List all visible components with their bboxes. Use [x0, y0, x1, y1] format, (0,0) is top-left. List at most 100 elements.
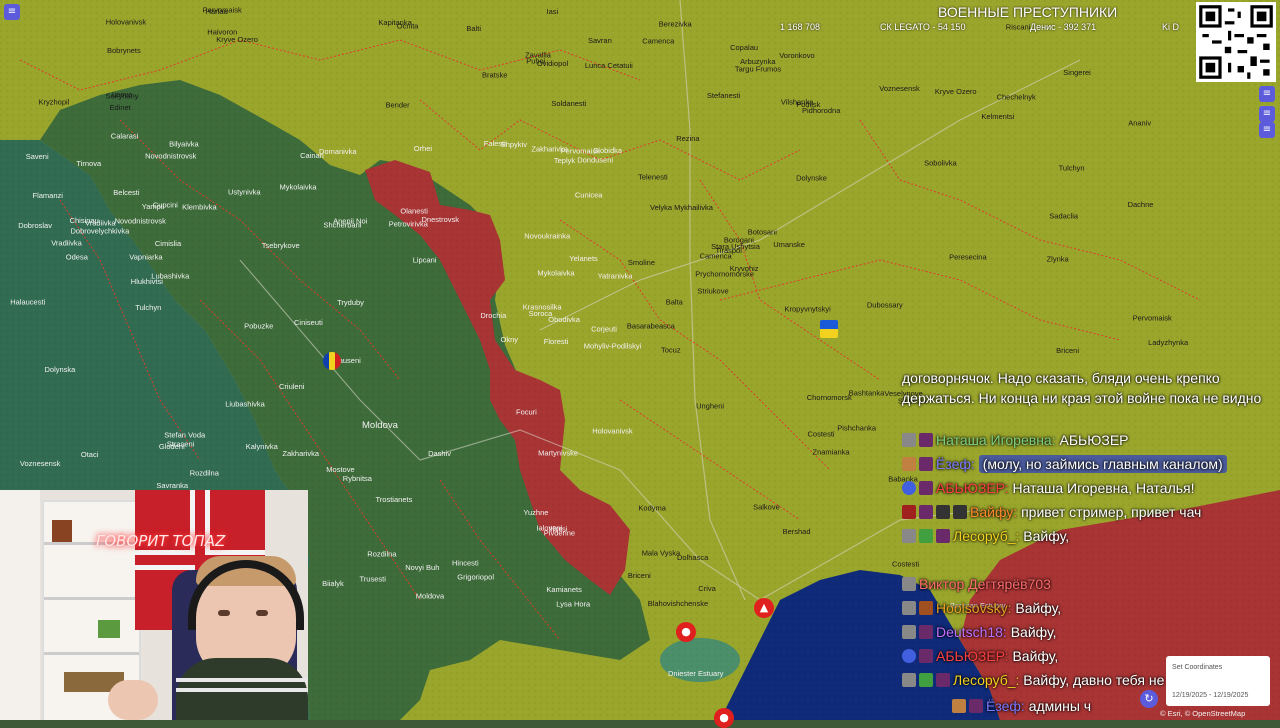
- city-label: Saveni: [26, 152, 49, 161]
- city-label: Cuniceа: [575, 190, 603, 199]
- city-label: Pishchanka: [837, 424, 877, 433]
- city-label: Lunca Cetatuii: [585, 61, 633, 70]
- city-label: Telenesti: [638, 172, 668, 181]
- chat-message-4: Вайфу: привет стример, привет чач: [902, 504, 1201, 520]
- alert-marker-icon[interactable]: ●: [714, 708, 734, 728]
- chat-nick[interactable]: АБЬЮЗЕР:: [936, 480, 1009, 496]
- user-badge-icon: [902, 577, 916, 591]
- chat-nick[interactable]: Наташа Игоревна:: [936, 432, 1056, 448]
- city-label: Floresti: [544, 337, 569, 346]
- ukraine-flag-marker[interactable]: [820, 320, 838, 338]
- user-badge-icon: [902, 505, 916, 519]
- fire-marker-icon[interactable]: ▲: [754, 598, 774, 618]
- city-label: Voronkovo: [779, 51, 814, 60]
- date-from[interactable]: 12/19/2025: [1172, 692, 1207, 699]
- city-label: Dachne: [1128, 200, 1154, 209]
- city-label: Klembivka: [182, 203, 217, 212]
- city-label: Riscani: [1006, 22, 1031, 31]
- city-label: Lysa Hora: [556, 599, 591, 608]
- city-label: Focuri: [516, 407, 537, 416]
- city-label: Tocuz: [661, 345, 681, 354]
- city-label: Kelmentsi: [981, 112, 1014, 121]
- date-to[interactable]: 12/19/2025: [1213, 692, 1248, 699]
- layers-button[interactable]: ≡: [1259, 86, 1275, 102]
- moldova-flag-marker[interactable]: [323, 352, 341, 370]
- city-label: Novoukrainka: [524, 231, 571, 240]
- refresh-icon[interactable]: ↻: [1140, 690, 1158, 708]
- city-label: Dobrovelychkivka: [71, 226, 131, 235]
- city-label: Ustynivka: [228, 187, 261, 196]
- city-label: Targu Frumos: [735, 65, 782, 74]
- city-label: Liubashivka: [225, 400, 265, 409]
- user-badge-icon: [919, 457, 933, 471]
- city-label: Novyi Buh: [405, 563, 439, 572]
- city-label: Dolynske: [796, 174, 827, 183]
- city-label: Striukove: [697, 286, 728, 295]
- city-label: Mohyliv-Podilskyi: [584, 342, 642, 351]
- user-badge-icon: [919, 529, 933, 543]
- city-label: Flamanzi: [33, 191, 64, 200]
- city-label: Petrovirivka: [389, 220, 429, 229]
- city-label: Krasnosilka: [523, 303, 563, 312]
- city-label: Anenii Noi: [333, 217, 368, 226]
- city-label: Zlynka: [1047, 254, 1070, 263]
- chat-nick[interactable]: АБЬЮЗЕР:: [936, 648, 1009, 664]
- city-label: Tulchyn: [1059, 164, 1085, 173]
- city-label: Umanske: [773, 240, 805, 249]
- webcam-feed: ГОВОРИТ ТОПАZ: [0, 490, 308, 720]
- city-label: Stefanesti: [707, 91, 741, 100]
- city-label: Stefan Voda: [164, 430, 206, 439]
- city-label: Bratske: [482, 70, 507, 79]
- city-label: Shpykiv: [501, 140, 528, 149]
- chat-nick[interactable]: Вайфу:: [970, 504, 1017, 520]
- city-label: Kodyma: [638, 503, 666, 512]
- user-badge-icon: [902, 625, 916, 639]
- chat-nick[interactable]: Ёзеф:: [986, 698, 1025, 714]
- city-label: Harlau: [206, 7, 228, 16]
- city-label: Sokyriany: [106, 91, 139, 100]
- city-label: Holovanivsk: [106, 18, 147, 27]
- qr-code: [1196, 2, 1276, 82]
- city-label: Vradiivka: [51, 238, 82, 247]
- city-label: Otaci: [81, 450, 99, 459]
- city-label: Martynivske: [538, 448, 578, 457]
- chat-nick[interactable]: Hoolsovsky:: [936, 600, 1011, 616]
- date-range[interactable]: 12/19/2025 - 12/19/2025: [1172, 692, 1248, 699]
- city-label: Obodivka: [548, 315, 581, 324]
- user-badge-icon: [902, 649, 916, 663]
- city-label: Bender: [386, 101, 411, 110]
- set-coordinates-label[interactable]: Set Coordinates: [1172, 664, 1222, 671]
- city-label: Peresecina: [949, 252, 987, 261]
- chat-nick[interactable]: Ёзеф:: [936, 456, 975, 472]
- chat-nick[interactable]: Лесоруб_:: [953, 528, 1019, 544]
- menu-button[interactable]: ≡: [4, 4, 20, 20]
- city-label: Novodnistrovsk: [115, 217, 167, 226]
- settings-button[interactable]: ≡: [1259, 106, 1275, 122]
- counter-denis: Денис - 392 371: [1030, 22, 1097, 32]
- city-label: Yelanets: [569, 254, 598, 263]
- city-label: Ladyzhynka: [1148, 338, 1189, 347]
- city-label: Okny: [501, 335, 519, 344]
- chat-nick[interactable]: Deutsch18:: [936, 624, 1007, 640]
- user-badge-icon: [969, 699, 983, 713]
- city-label: Kalynivka: [246, 442, 279, 451]
- city-label: Olanesti: [400, 206, 428, 215]
- strike-marker-icon[interactable]: ●: [676, 622, 696, 642]
- chat-text: Наташа Игоревна, Наталья!: [1012, 480, 1195, 496]
- chat-nick[interactable]: Лесоруб_:: [953, 672, 1019, 688]
- streamer-jacket: [176, 658, 308, 720]
- city-label: Velyka Mykhailivka: [650, 203, 714, 212]
- city-label: Dolynska: [45, 365, 77, 374]
- city-label: Dobroslav: [18, 221, 52, 230]
- city-label: Mostove: [326, 465, 354, 474]
- city-label: Rozdilna: [367, 550, 397, 559]
- city-label: Pervomaisk: [561, 147, 600, 156]
- city-label: Teplyk: [554, 156, 576, 165]
- city-label: Znamianka: [813, 447, 851, 456]
- city-label: Botosani: [748, 227, 778, 236]
- city-label: Bilyaivka: [169, 139, 199, 148]
- list-button[interactable]: ≡: [1259, 122, 1275, 138]
- chat-nick[interactable]: Виктор Дегтярёв703: [919, 576, 1051, 592]
- user-badge-icon: [919, 625, 933, 639]
- city-label: Chisinau: [70, 216, 99, 225]
